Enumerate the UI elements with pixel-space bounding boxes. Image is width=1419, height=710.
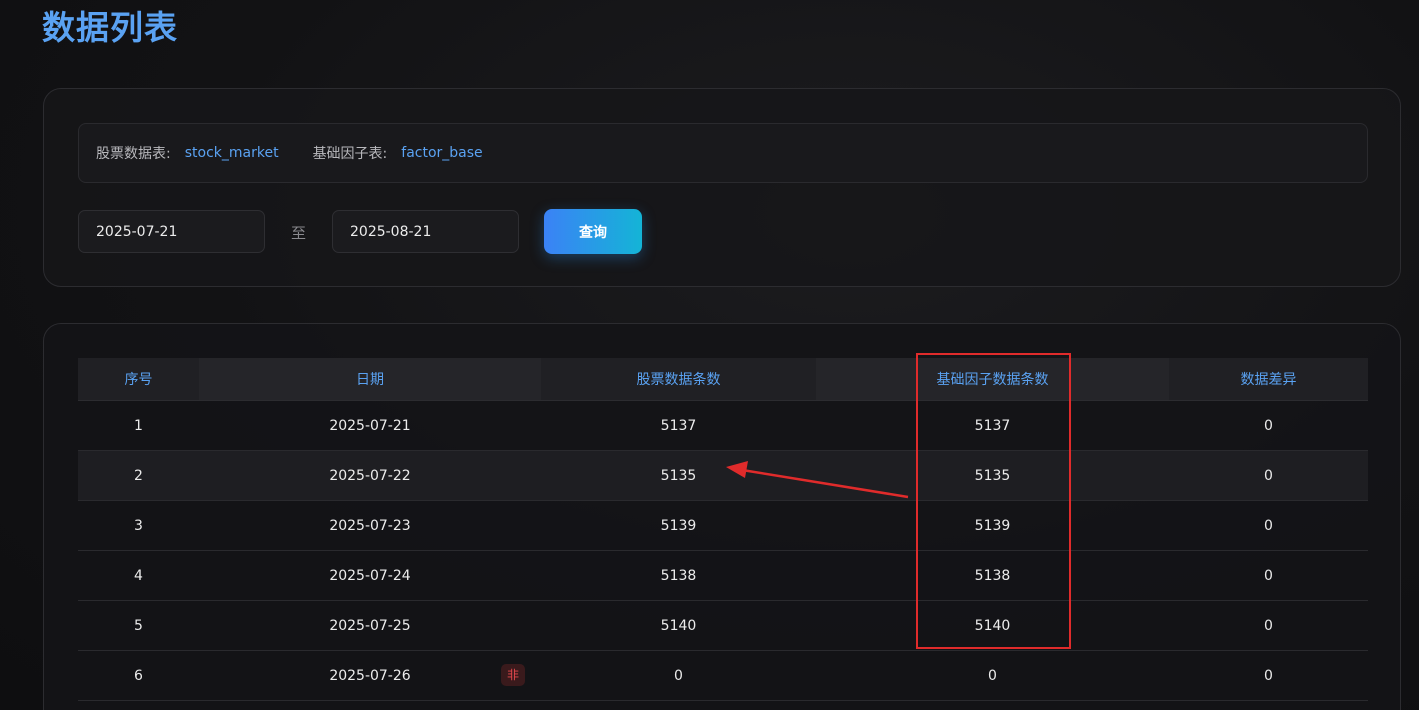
cell-index: 4 [78, 550, 199, 601]
header-factor-count: 基础因子数据条数 [816, 358, 1169, 401]
cell-date: 2025-07-23 [199, 500, 541, 551]
cell-diff: 0 [1169, 650, 1368, 701]
cell-date: 2025-07-22 [199, 450, 541, 501]
factor-table-label: 基础因子表: [312, 146, 388, 162]
table-header: 序号 日期 股票数据条数 基础因子数据条数 数据差异 [78, 358, 1368, 401]
cell-stock-count: 5137 [541, 400, 816, 451]
cell-factor-count: 5135 [816, 450, 1169, 501]
table-row: 1 2025-07-21 5137 5137 0 [78, 400, 1368, 451]
cell-factor-count: 5140 [816, 600, 1169, 651]
cell-factor-count: 5139 [816, 500, 1169, 551]
data-table: 序号 日期 股票数据条数 基础因子数据条数 数据差异 1 2025-07-21 … [78, 358, 1368, 701]
cell-factor-count: 5137 [816, 400, 1169, 451]
cell-factor-count: 5138 [816, 550, 1169, 601]
table-row: 4 2025-07-24 5138 5138 0 [78, 550, 1368, 601]
cell-index: 5 [78, 600, 199, 651]
cell-factor-count: 0 [816, 650, 1169, 701]
cell-stock-count: 5140 [541, 600, 816, 651]
filter-card: 股票数据表: stock_market 基础因子表: factor_base 至… [43, 88, 1401, 287]
header-date: 日期 [199, 358, 541, 401]
cell-date: 2025-07-24 [199, 550, 541, 601]
header-stock-count: 股票数据条数 [541, 358, 816, 401]
date-range-separator: 至 [291, 224, 307, 242]
page-title: 数据列表 [42, 8, 178, 47]
table-row: 6 2025-07-26 非 0 0 0 [78, 650, 1368, 701]
cell-stock-count: 5139 [541, 500, 816, 551]
cell-date: 2025-07-25 [199, 600, 541, 651]
cell-stock-count: 5138 [541, 550, 816, 601]
cell-diff: 0 [1169, 500, 1368, 551]
cell-date: 2025-07-26 非 [199, 650, 541, 701]
header-diff: 数据差异 [1169, 358, 1368, 401]
header-index: 序号 [78, 358, 199, 401]
factor-table-value: factor_base [401, 145, 483, 161]
end-date-input[interactable] [332, 210, 519, 253]
cell-diff: 0 [1169, 400, 1368, 451]
cell-stock-count: 5135 [541, 450, 816, 501]
cell-diff: 0 [1169, 550, 1368, 601]
table-row: 3 2025-07-23 5139 5139 0 [78, 500, 1368, 551]
cell-diff: 0 [1169, 600, 1368, 651]
cell-index: 1 [78, 400, 199, 451]
query-button[interactable]: 查询 [544, 209, 642, 254]
cell-date-text: 2025-07-26 [329, 667, 411, 684]
stock-table-value: stock_market [184, 145, 279, 161]
cell-date: 2025-07-21 [199, 400, 541, 451]
source-info-bar: 股票数据表: stock_market 基础因子表: factor_base [78, 123, 1368, 183]
cell-index: 3 [78, 500, 199, 551]
start-date-input[interactable] [78, 210, 265, 253]
table-card: 序号 日期 股票数据条数 基础因子数据条数 数据差异 1 2025-07-21 … [43, 323, 1401, 710]
cell-index: 2 [78, 450, 199, 501]
stock-table-label: 股票数据表: [96, 146, 171, 162]
non-trading-day-badge: 非 [501, 664, 525, 686]
table-row: 2 2025-07-22 5135 5135 0 [78, 450, 1368, 501]
cell-diff: 0 [1169, 450, 1368, 501]
cell-stock-count: 0 [541, 650, 816, 701]
table-row: 5 2025-07-25 5140 5140 0 [78, 600, 1368, 651]
cell-index: 6 [78, 650, 199, 701]
